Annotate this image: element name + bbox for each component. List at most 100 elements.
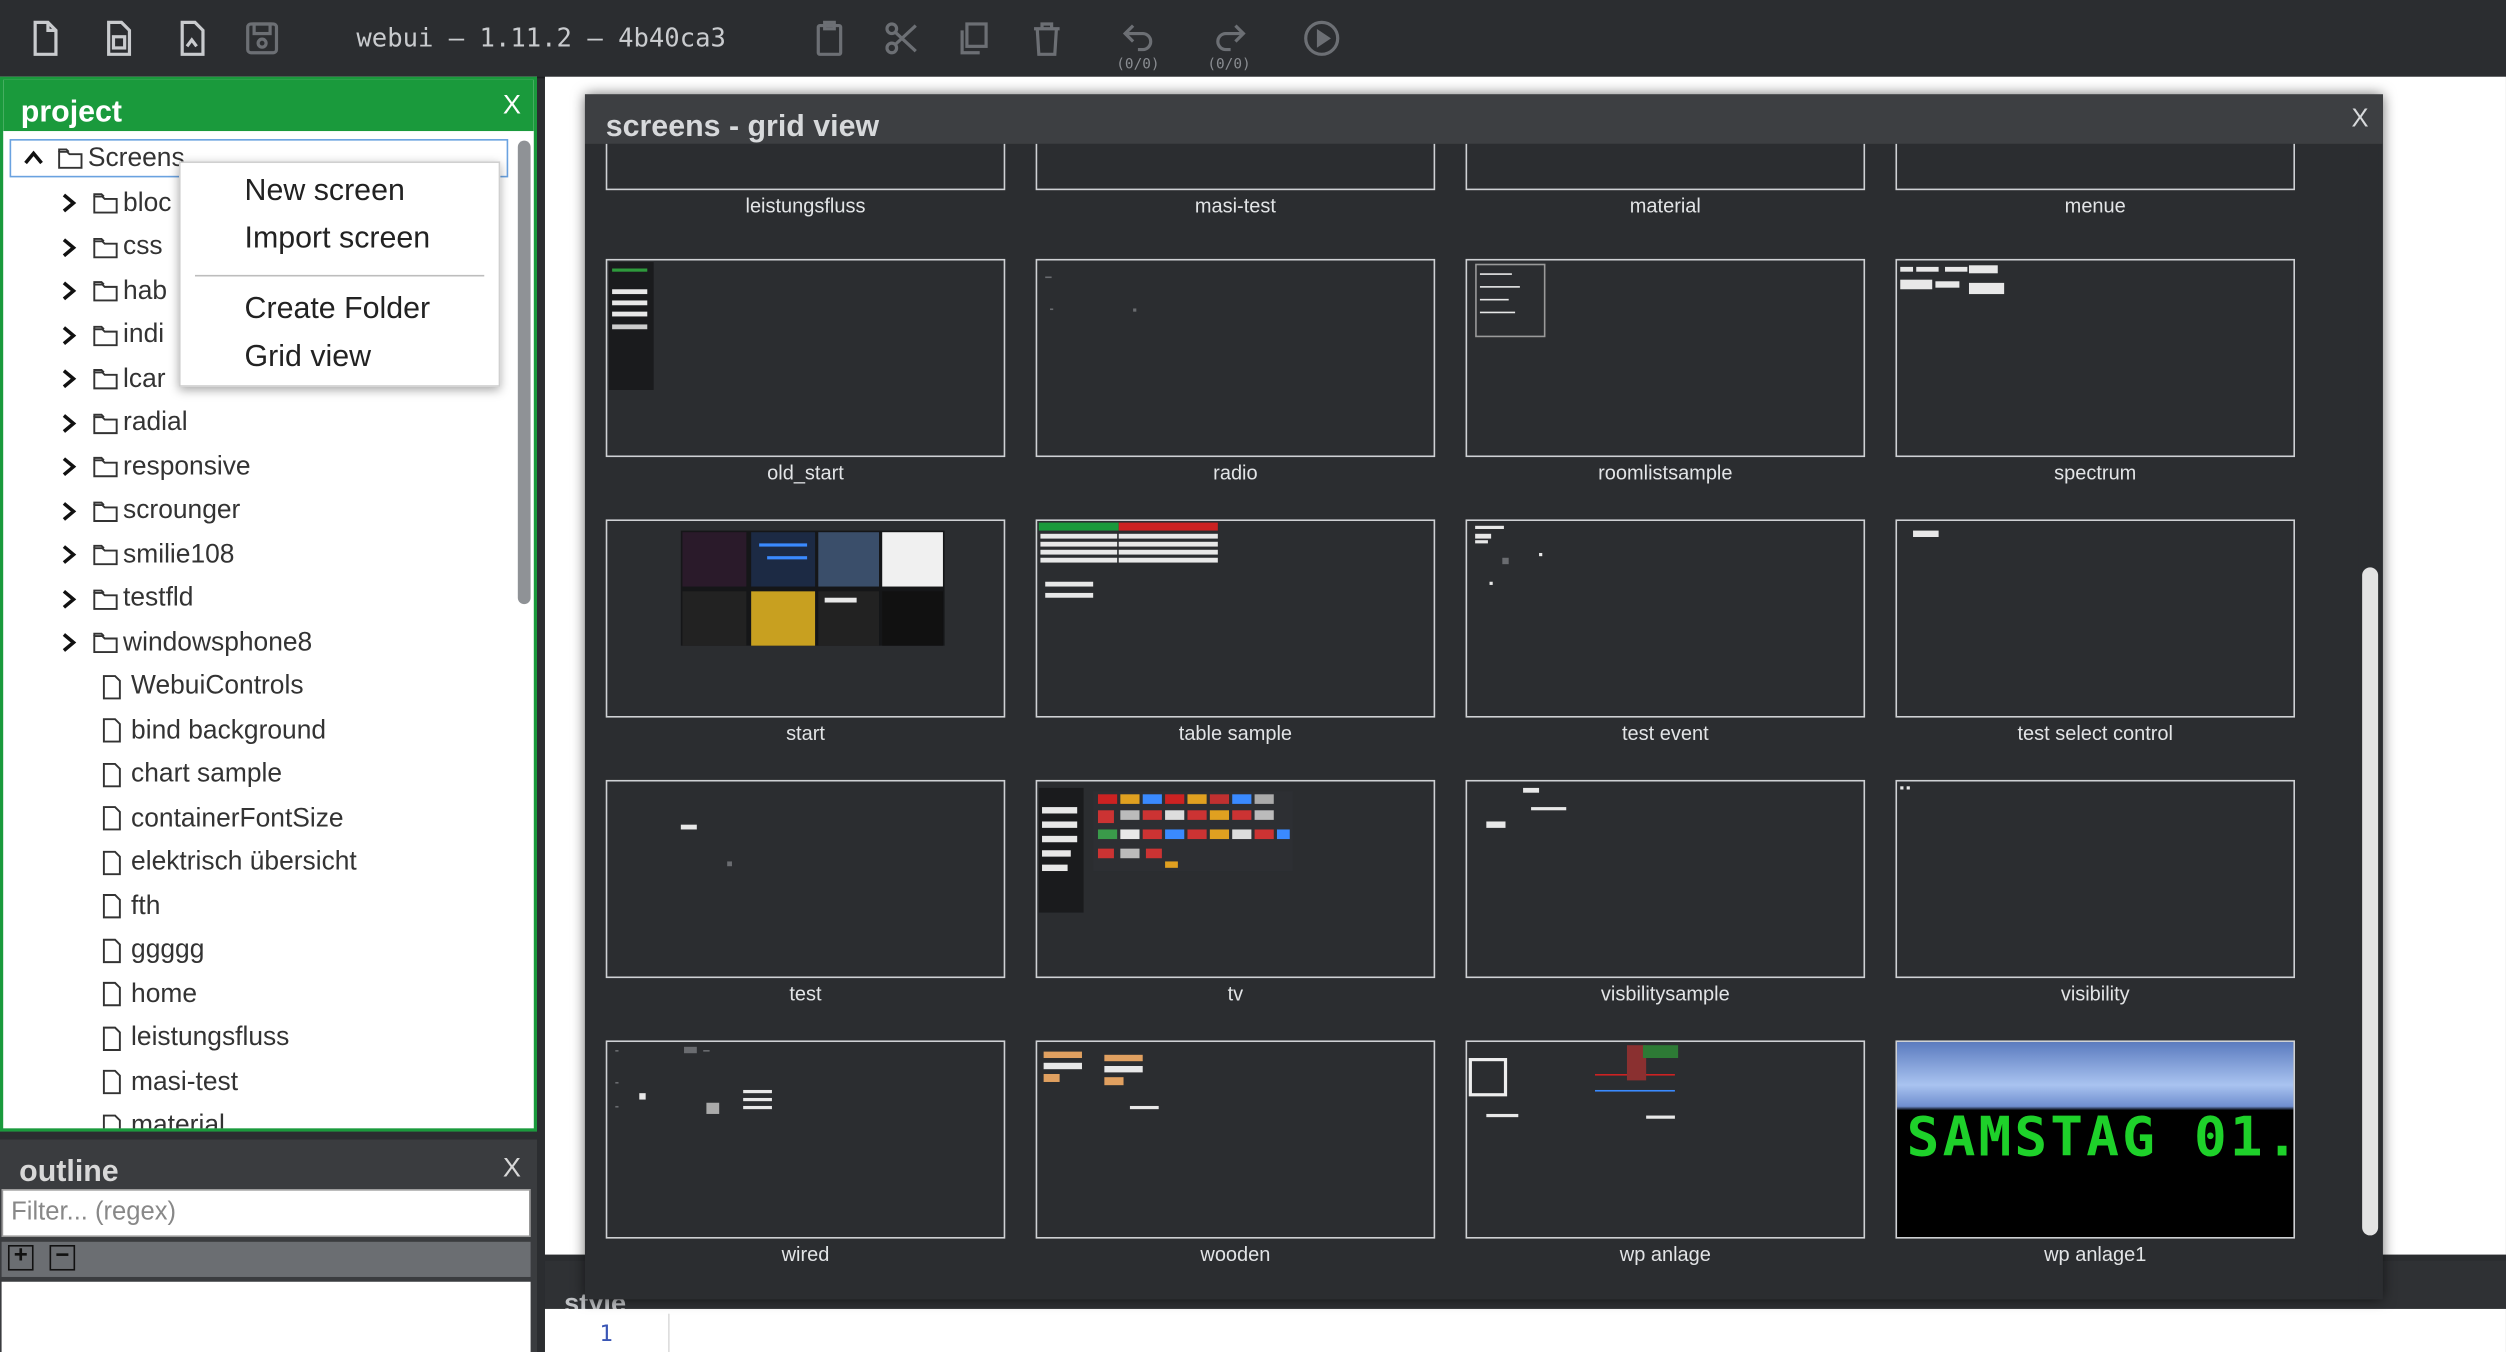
chevron-right-icon[interactable] bbox=[54, 189, 83, 218]
screen-thumbnail[interactable] bbox=[605, 519, 1006, 718]
preview-element bbox=[615, 1081, 619, 1084]
chevron-up-icon[interactable] bbox=[19, 144, 48, 173]
screen-thumbnail[interactable] bbox=[1035, 143, 1436, 191]
tree-folder-item[interactable]: bloc bbox=[54, 184, 171, 222]
screen-thumbnail[interactable] bbox=[605, 779, 1006, 979]
screen-thumbnail[interactable] bbox=[1035, 519, 1436, 718]
screen-thumbnail[interactable] bbox=[1895, 779, 2296, 979]
chevron-right-icon[interactable] bbox=[54, 364, 83, 393]
tree-file-item[interactable]: material bbox=[101, 1107, 225, 1132]
screen-thumbnail[interactable] bbox=[1465, 779, 1866, 979]
redo-icon[interactable] bbox=[1207, 13, 1255, 64]
preview-element bbox=[1900, 266, 1914, 272]
screen-thumbnail[interactable] bbox=[1895, 519, 2296, 718]
screen-thumbnail[interactable] bbox=[1465, 143, 1866, 191]
screen-thumbnail-label: menue bbox=[2064, 194, 2126, 218]
cut-icon[interactable] bbox=[877, 13, 925, 64]
screen-thumbnail[interactable]: SAMSTAG 01.1 bbox=[1895, 1040, 2296, 1239]
preview-element bbox=[703, 1050, 710, 1052]
preview-element bbox=[612, 311, 648, 317]
tree-file-item[interactable]: ggggg bbox=[101, 931, 204, 969]
screen-thumbnail[interactable] bbox=[605, 1040, 1006, 1239]
screen-thumbnail[interactable] bbox=[1895, 258, 2296, 458]
tree-file-item[interactable]: chart sample bbox=[101, 755, 282, 793]
screen-thumbnail[interactable] bbox=[1465, 1040, 1866, 1239]
preview-element bbox=[1479, 298, 1509, 301]
tree-item-label: indi bbox=[123, 319, 165, 349]
chevron-right-icon[interactable] bbox=[54, 540, 83, 569]
tree-file-item[interactable]: elektrisch übersicht bbox=[101, 843, 357, 881]
chevron-right-icon[interactable] bbox=[54, 408, 83, 437]
code-editor[interactable] bbox=[544, 1308, 2506, 1352]
screen-thumbnail[interactable] bbox=[605, 143, 1006, 191]
tree-file-item[interactable]: containerFontSize bbox=[101, 799, 344, 837]
screen-thumbnail[interactable] bbox=[1465, 519, 1866, 718]
preview-element bbox=[680, 824, 697, 830]
menu-item-import-screen[interactable]: Import screen bbox=[245, 222, 431, 257]
screen-thumbnail[interactable] bbox=[1035, 779, 1436, 979]
project-tree-scrollbar[interactable] bbox=[517, 140, 531, 605]
chevron-right-icon[interactable] bbox=[54, 496, 83, 525]
expand-all-icon[interactable]: + bbox=[7, 1243, 34, 1271]
delete-icon[interactable] bbox=[1023, 13, 1071, 64]
tree-folder-item[interactable]: hab bbox=[54, 272, 167, 310]
redo-count: (0/0) bbox=[1207, 57, 1251, 74]
screen-thumbnail[interactable] bbox=[1035, 258, 1436, 458]
tree-file-item[interactable]: WebuiControls bbox=[101, 667, 304, 705]
dialog-scrollbar[interactable] bbox=[2362, 567, 2379, 1236]
chevron-right-icon[interactable] bbox=[54, 276, 83, 305]
tree-folder-item[interactable]: lcar bbox=[54, 360, 166, 398]
tree-file-item[interactable]: masi-test bbox=[101, 1063, 238, 1101]
tree-file-item[interactable]: leistungsfluss bbox=[101, 1019, 289, 1057]
tree-folder-item[interactable]: windowsphone8 bbox=[54, 623, 312, 661]
preview-element bbox=[1945, 266, 1968, 272]
preview-element bbox=[612, 324, 648, 330]
screen-thumbnail[interactable] bbox=[1035, 1040, 1436, 1239]
preview-element bbox=[1254, 829, 1274, 840]
tree-folder-item[interactable]: testfld bbox=[54, 579, 193, 617]
preview-element bbox=[1475, 540, 1488, 544]
tree-folder-item[interactable]: indi bbox=[54, 316, 164, 354]
tree-file-item[interactable]: bind background bbox=[101, 711, 326, 749]
preview-element bbox=[639, 1093, 646, 1100]
tree-folder-item[interactable]: smilie108 bbox=[54, 535, 234, 573]
dialog-close-button[interactable]: X bbox=[2351, 105, 2368, 134]
tree-item-label: lcar bbox=[123, 363, 166, 393]
chevron-right-icon[interactable] bbox=[54, 628, 83, 657]
new-from-file-icon[interactable] bbox=[94, 13, 142, 64]
tree-file-item[interactable]: home bbox=[101, 975, 197, 1013]
outline-filter-input[interactable] bbox=[1, 1189, 531, 1238]
tree-item-label: material bbox=[131, 1110, 225, 1132]
project-panel-close-button[interactable]: X bbox=[503, 89, 521, 121]
open-file-icon[interactable] bbox=[168, 13, 216, 64]
screen-thumbnail[interactable] bbox=[605, 258, 1006, 458]
run-icon[interactable] bbox=[1298, 13, 1346, 64]
tree-folder-item[interactable]: responsive bbox=[54, 447, 251, 485]
screen-thumbnail[interactable] bbox=[1895, 143, 2296, 191]
tree-folder-item[interactable]: radial bbox=[54, 404, 188, 442]
preview-element bbox=[1050, 308, 1054, 311]
tree-folder-item[interactable]: css bbox=[54, 228, 163, 266]
preview-element bbox=[1120, 829, 1140, 840]
preview-element bbox=[1118, 541, 1218, 547]
copy-icon[interactable] bbox=[949, 13, 997, 64]
chevron-right-icon[interactable] bbox=[54, 452, 83, 481]
collapse-all-icon[interactable]: − bbox=[49, 1243, 76, 1271]
paste-icon[interactable] bbox=[805, 13, 853, 64]
chevron-right-icon[interactable] bbox=[54, 233, 83, 262]
menu-item-new-screen[interactable]: New screen bbox=[245, 174, 405, 209]
save-icon[interactable] bbox=[238, 13, 286, 64]
chevron-right-icon[interactable] bbox=[54, 320, 83, 349]
tree-folder-item[interactable]: scrounger bbox=[54, 491, 240, 529]
new-file-icon[interactable] bbox=[21, 13, 69, 64]
preview-element bbox=[1968, 282, 2005, 295]
menu-item-grid-view[interactable]: Grid view bbox=[245, 340, 372, 375]
undo-icon[interactable] bbox=[1114, 13, 1162, 64]
menu-item-create-folder[interactable]: Create Folder bbox=[245, 292, 431, 327]
chevron-right-icon[interactable] bbox=[54, 584, 83, 613]
outline-panel-close-button[interactable]: X bbox=[503, 1152, 521, 1184]
preview-element bbox=[1209, 810, 1230, 820]
tree-file-item[interactable]: fth bbox=[101, 887, 160, 925]
screen-thumbnail[interactable] bbox=[1465, 258, 1866, 458]
tree-item-label: WebuiControls bbox=[131, 671, 304, 701]
